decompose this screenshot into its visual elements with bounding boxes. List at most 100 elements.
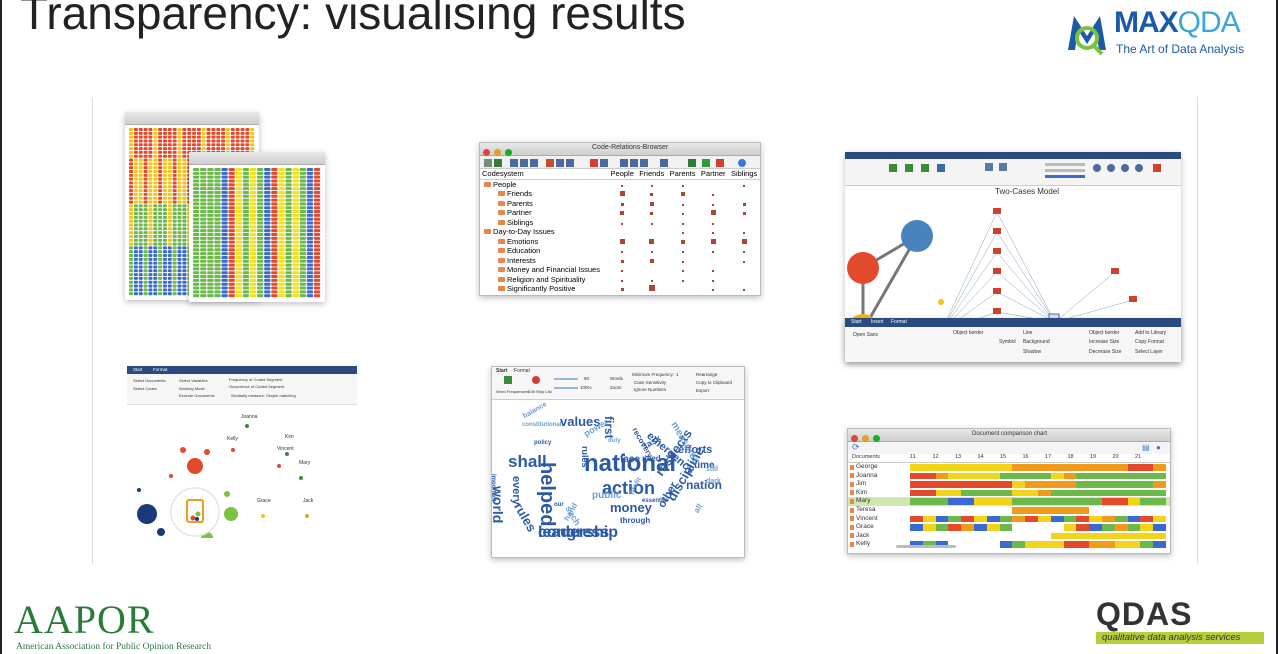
matrix-cell bbox=[129, 261, 134, 265]
select-documents-button[interactable]: Select Documents bbox=[133, 378, 165, 383]
object-border-option-2[interactable]: Object border bbox=[1089, 330, 1119, 336]
matrix-cell bbox=[278, 294, 285, 298]
matrix-cell bbox=[167, 269, 172, 273]
dcc-close-dot-icon[interactable] bbox=[851, 435, 858, 442]
export-button[interactable]: Export bbox=[696, 388, 709, 393]
crb-row[interactable]: Religion and Spirituality bbox=[480, 275, 760, 285]
crb-row[interactable]: Friends bbox=[480, 189, 760, 199]
dcc-scrollbar[interactable] bbox=[896, 545, 956, 548]
matrix-cell bbox=[299, 252, 306, 256]
rearrange-button[interactable]: Rearrange bbox=[696, 372, 717, 377]
node-label-kelly: Kelly bbox=[227, 436, 238, 442]
crb-row[interactable]: Significantly Positive bbox=[480, 284, 760, 294]
occurrence-option[interactable]: Occurrence of Coded Segment bbox=[229, 384, 284, 389]
info-icon[interactable]: ● bbox=[1156, 443, 1161, 452]
dcc-zoom-dot-icon[interactable] bbox=[873, 435, 880, 442]
shadow-option[interactable]: Shadow bbox=[1023, 349, 1041, 355]
matrix-cell bbox=[235, 168, 242, 172]
matrix-cell bbox=[271, 202, 278, 206]
export-icon[interactable]: ▤ bbox=[1142, 443, 1150, 452]
copy-format-button[interactable]: Copy Format bbox=[1135, 339, 1164, 345]
object-border-option[interactable]: Object border bbox=[953, 330, 983, 336]
matrix-cell bbox=[193, 255, 200, 259]
crb-row[interactable]: Emotions bbox=[480, 237, 760, 247]
matrix-cell bbox=[193, 168, 200, 172]
increase-size-button[interactable]: Increase Size bbox=[1089, 339, 1119, 345]
matrix-cell bbox=[206, 128, 211, 132]
dcc-segment bbox=[1114, 472, 1128, 480]
crb-row[interactable]: Partner bbox=[480, 208, 760, 218]
dcc-row[interactable]: George bbox=[848, 463, 1170, 472]
crb-row[interactable]: Interests bbox=[480, 256, 760, 266]
dcc-row[interactable]: Mary bbox=[848, 497, 1170, 506]
refresh-icon[interactable]: ⟳ bbox=[852, 442, 860, 453]
select-variables-button[interactable]: Select Variables bbox=[179, 378, 208, 383]
node-red-icon bbox=[847, 252, 879, 284]
case-sensitivity-checkbox[interactable]: Case Sensitivity bbox=[634, 380, 666, 385]
copy-to-clipboard-button[interactable]: Copy to Clipboard bbox=[696, 380, 732, 385]
crb-row[interactable]: Money and Financial Issues bbox=[480, 265, 760, 275]
matrix-cell bbox=[242, 286, 250, 290]
frequency-option[interactable]: Frequency of Coded Segment bbox=[229, 377, 282, 382]
select-layer-button[interactable]: Select Layer bbox=[1135, 349, 1163, 355]
crb-row[interactable]: Education bbox=[480, 246, 760, 256]
matrix-cell bbox=[162, 208, 167, 212]
dcc-segment bbox=[1012, 464, 1026, 471]
dcc-segment bbox=[922, 489, 936, 497]
words-value[interactable]: 60 bbox=[584, 376, 589, 381]
zoom-value[interactable]: 100% bbox=[580, 385, 592, 390]
edit-stop-list-button[interactable]: Edit Stop List bbox=[528, 389, 552, 394]
tcm-format-tabs: Start Insert Format bbox=[845, 318, 1181, 327]
matrix-cell bbox=[187, 147, 192, 151]
nm-tab-start[interactable]: Start bbox=[133, 367, 143, 372]
tab-start[interactable]: Start bbox=[851, 319, 862, 325]
close-dot-icon[interactable] bbox=[483, 149, 490, 156]
crb-row[interactable]: Day-to-Day Issues bbox=[480, 227, 760, 237]
matrix-cell bbox=[278, 271, 285, 275]
matrix-cell bbox=[249, 206, 257, 210]
dcc-segment bbox=[1153, 498, 1166, 505]
word-frequencies-button[interactable]: Word Frequencies bbox=[496, 389, 529, 394]
add-to-library-button[interactable]: Add to Library bbox=[1135, 330, 1166, 336]
dcc-row[interactable]: Joanna bbox=[848, 472, 1170, 481]
min-frequency-value[interactable]: 1 bbox=[676, 372, 679, 377]
matrix-cell bbox=[207, 259, 214, 263]
symbol-option[interactable]: Symbol bbox=[999, 339, 1016, 345]
nm-tab-format[interactable]: Format bbox=[153, 367, 167, 372]
ignore-numbers-checkbox[interactable]: Ignore Numbers bbox=[634, 387, 666, 392]
crb-row[interactable]: Parents bbox=[480, 199, 760, 209]
crb-row[interactable]: People bbox=[480, 179, 760, 189]
decrease-size-button[interactable]: Decrease Size bbox=[1089, 349, 1122, 355]
dcc-segment bbox=[1102, 464, 1115, 471]
dcc-row[interactable]: Kim bbox=[848, 489, 1170, 498]
background-option[interactable]: Background bbox=[1023, 339, 1050, 345]
matrix-cell bbox=[167, 238, 172, 242]
similarity-select[interactable]: Similarity measure: Simple matching bbox=[231, 393, 296, 398]
zoom-dot-icon[interactable] bbox=[505, 149, 512, 156]
dcc-row[interactable]: Grace bbox=[848, 523, 1170, 532]
crb-row[interactable]: Siblings bbox=[480, 218, 760, 228]
dcc-row[interactable]: Teresa bbox=[848, 506, 1170, 515]
cloud-word: helped bbox=[536, 462, 558, 527]
matrix-cell bbox=[257, 294, 264, 298]
matrix-cell bbox=[158, 250, 163, 254]
dcc-segment bbox=[1050, 532, 1064, 540]
font-select[interactable]: Open Sans bbox=[853, 332, 878, 338]
matrix-cell bbox=[133, 128, 138, 132]
dcc-minimize-dot-icon[interactable] bbox=[862, 435, 869, 442]
dcc-row[interactable]: Jim bbox=[848, 480, 1170, 489]
minimize-dot-icon[interactable] bbox=[494, 149, 501, 156]
select-codes-button[interactable]: Select Codes bbox=[133, 386, 157, 391]
matrix-cell bbox=[235, 225, 242, 229]
dcc-row[interactable]: Vincent bbox=[848, 515, 1170, 524]
exclude-documents-select[interactable]: Exclude Documents bbox=[179, 393, 215, 398]
tab-insert[interactable]: Insert bbox=[871, 319, 884, 325]
matrix-cell bbox=[158, 254, 163, 258]
matrix-cell bbox=[158, 231, 163, 235]
dcc-row[interactable]: Jack bbox=[848, 532, 1170, 541]
maxqda-name: MAXQDA bbox=[1114, 6, 1241, 40]
matrix-cell bbox=[172, 200, 177, 204]
tab-format[interactable]: Format bbox=[891, 319, 907, 325]
matrix-cell bbox=[207, 198, 214, 202]
line-option[interactable]: Line bbox=[1023, 330, 1032, 336]
